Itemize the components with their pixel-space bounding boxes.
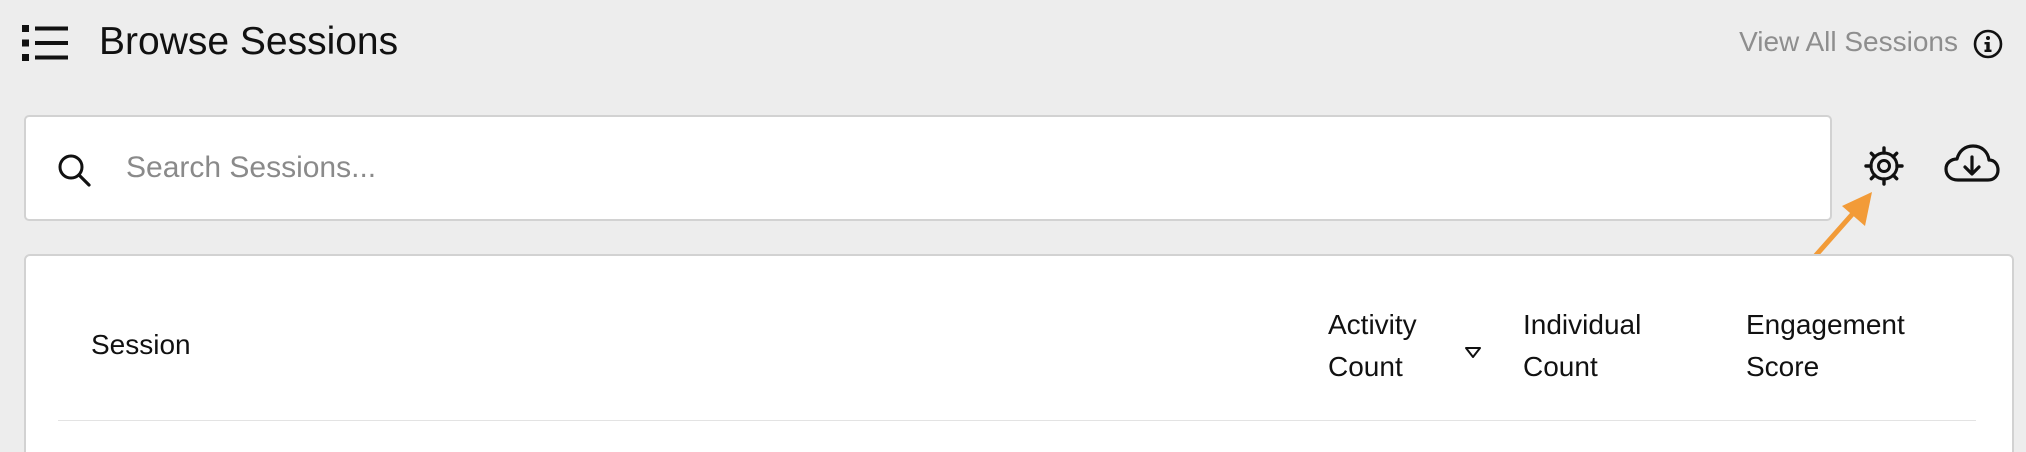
- search-input[interactable]: [126, 139, 1806, 197]
- column-header-individual-count[interactable]: Individual Count: [1523, 304, 1693, 388]
- column-header-label: Individual: [1523, 309, 1642, 340]
- view-all-sessions-link[interactable]: View All Sessions: [1739, 24, 1958, 60]
- sort-descending-icon[interactable]: [1464, 346, 1482, 360]
- search-box: [24, 115, 1832, 221]
- gear-icon[interactable]: [1862, 144, 1906, 188]
- column-header-label: Count: [1328, 351, 1403, 382]
- column-header-activity-count[interactable]: Activity Count: [1328, 304, 1478, 388]
- sessions-table: Session Activity Count Individual Count …: [24, 254, 2014, 452]
- page-title: Browse Sessions: [99, 20, 399, 63]
- column-header-label: Engagement: [1746, 309, 1905, 340]
- info-icon[interactable]: [1972, 28, 2004, 60]
- column-header-label: Activity: [1328, 309, 1417, 340]
- list-menu-icon[interactable]: [22, 24, 70, 62]
- column-header-label: Session: [91, 329, 191, 360]
- column-header-label: Count: [1523, 351, 1598, 382]
- search-icon: [58, 154, 91, 187]
- column-header-session[interactable]: Session: [91, 324, 191, 366]
- table-header-divider: [58, 420, 1976, 421]
- column-header-engagement-score[interactable]: Engagement Score: [1746, 304, 1936, 388]
- cloud-download-icon[interactable]: [1944, 142, 2000, 188]
- column-header-label: Score: [1746, 351, 1820, 382]
